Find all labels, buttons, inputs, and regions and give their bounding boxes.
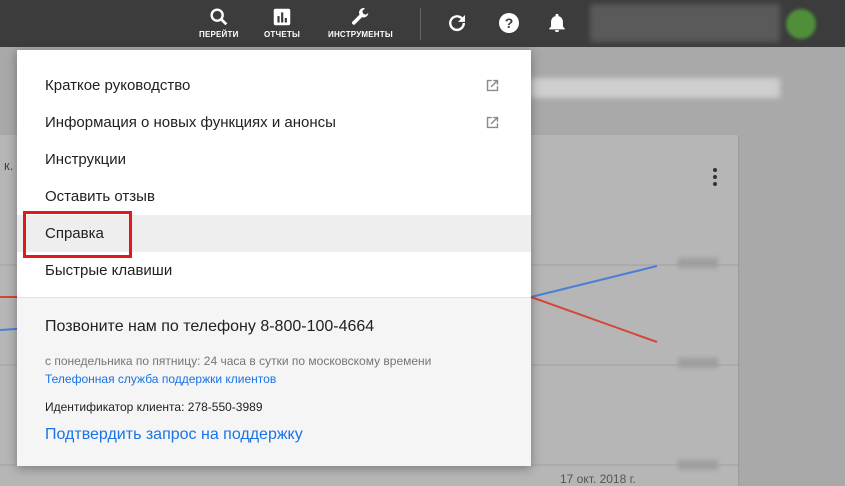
menu-item-feedback[interactable]: Оставить отзыв xyxy=(17,178,531,215)
go-to-button[interactable]: ПЕРЕЙТИ xyxy=(199,6,239,39)
menu-item-label: Краткое руководство xyxy=(45,77,191,94)
external-link-icon xyxy=(486,79,499,92)
toolbar-divider xyxy=(420,8,421,40)
x-axis-date-label: 17 окт. 2018 г. xyxy=(560,472,636,486)
menu-item-label: Инструкции xyxy=(45,151,127,168)
search-icon xyxy=(210,8,228,26)
menu-item-label: Быстрые клавиши xyxy=(45,262,173,279)
menu-item-label: Информация о новых функциях и анонсы xyxy=(45,114,336,131)
phone-support-link[interactable]: Телефонная служба поддержки клиентов xyxy=(45,372,276,386)
support-hours-text: с понедельника по пятницу: 24 часа в сут… xyxy=(45,354,432,368)
bell-icon[interactable] xyxy=(546,11,568,35)
reports-button[interactable]: ОТЧЕТЫ xyxy=(264,6,300,39)
menu-item-label: Оставить отзыв xyxy=(45,188,155,205)
menu-item-new-features[interactable]: Информация о новых функциях и анонсы xyxy=(17,104,531,141)
tools-button[interactable]: ИНСТРУМЕНТЫ xyxy=(328,6,393,39)
reports-label: ОТЧЕТЫ xyxy=(264,30,300,39)
refresh-icon[interactable] xyxy=(445,11,469,35)
help-icon[interactable]: ? xyxy=(497,11,521,35)
client-id-text: Идентификатор клиента: 278-550-3989 xyxy=(45,400,263,414)
confirm-support-request-link[interactable]: Подтвердить запрос на поддержку xyxy=(45,426,303,444)
highlight-annotation xyxy=(23,211,132,258)
support-phone-text: Позвоните нам по телефону 8-800-100-4664 xyxy=(45,318,375,335)
reports-icon xyxy=(273,8,291,26)
tools-label: ИНСТРУМЕНТЫ xyxy=(328,30,393,39)
avatar[interactable] xyxy=(786,9,816,39)
go-to-label: ПЕРЕЙТИ xyxy=(199,30,239,39)
svg-text:?: ? xyxy=(505,15,514,31)
account-info[interactable] xyxy=(590,4,780,42)
wrench-icon xyxy=(352,8,369,25)
support-section: Позвоните нам по телефону 8-800-100-4664… xyxy=(17,298,531,466)
top-navigation-bar: ПЕРЕЙТИ ОТЧЕТЫ ИНСТРУМЕНТЫ ? xyxy=(0,0,845,47)
menu-item-instructions[interactable]: Инструкции xyxy=(17,141,531,178)
external-link-icon xyxy=(486,116,499,129)
help-dropdown-menu: Краткое руководство Информация о новых ф… xyxy=(17,50,531,466)
menu-item-quick-guide[interactable]: Краткое руководство xyxy=(17,67,531,104)
